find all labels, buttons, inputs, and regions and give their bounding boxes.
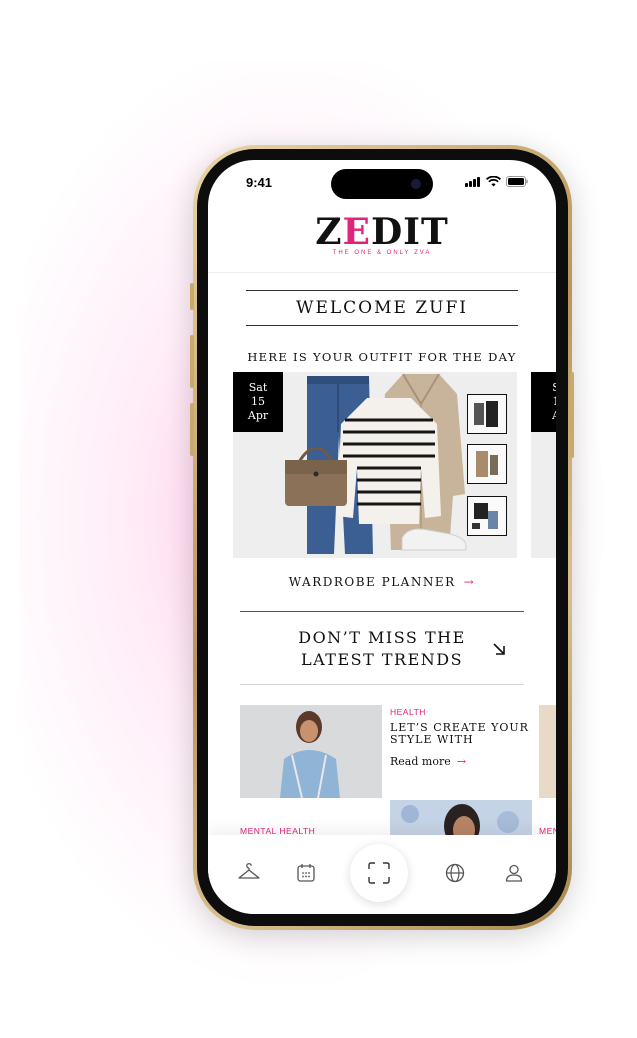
camera-dot bbox=[411, 179, 421, 189]
app-screen: 9:41 ZEDIT THE ONE & ONLY ZVA WELCOME ZU… bbox=[208, 160, 556, 914]
outfit-card[interactable]: Sat 15 Apr bbox=[233, 372, 517, 558]
read-more-link[interactable]: Read more → bbox=[390, 755, 466, 768]
handbag-image bbox=[285, 448, 347, 506]
dynamic-island bbox=[331, 169, 433, 199]
outfit-thumbnail[interactable] bbox=[467, 496, 507, 536]
logo-tagline: THE ONE & ONLY ZVA bbox=[332, 250, 432, 256]
date-badge: S 1 A bbox=[531, 372, 556, 432]
calendar-icon[interactable] bbox=[294, 861, 318, 885]
action-button bbox=[190, 283, 194, 310]
scan-button[interactable] bbox=[350, 844, 408, 902]
status-time: 9:41 bbox=[246, 175, 273, 190]
battery-icon bbox=[506, 176, 528, 187]
brand-logo: ZEDIT THE ONE & ONLY ZVA bbox=[208, 212, 556, 256]
outfit-thumbnail[interactable] bbox=[467, 444, 507, 484]
striped-sweater-image bbox=[337, 398, 441, 524]
welcome-banner: WELCOME ZUFI bbox=[246, 290, 518, 326]
wardrobe-planner-link[interactable]: WARDROBE PLANNER → bbox=[208, 575, 556, 589]
date-badge: Sat 15 Apr bbox=[233, 372, 283, 432]
profile-icon[interactable] bbox=[502, 861, 526, 885]
sneaker-image bbox=[401, 528, 467, 551]
article-image-next[interactable] bbox=[539, 705, 556, 798]
article-image[interactable] bbox=[390, 800, 532, 840]
volume-up-button bbox=[190, 335, 194, 388]
wifi-icon bbox=[486, 176, 501, 187]
trends-title: DON’T MISS THE LATEST TRENDS bbox=[298, 628, 466, 669]
article-category: HEALTH bbox=[390, 707, 426, 717]
arrow-right-icon: → bbox=[463, 575, 476, 589]
logo-wordmark: ZEDIT bbox=[315, 211, 449, 253]
trends-link[interactable]: DON’T MISS THE LATEST TRENDS bbox=[240, 611, 524, 685]
status-icons bbox=[465, 176, 528, 187]
article-image[interactable] bbox=[240, 705, 382, 798]
hanger-icon[interactable] bbox=[237, 861, 261, 885]
status-bar: 9:41 bbox=[208, 160, 556, 208]
volume-down-button bbox=[190, 403, 194, 456]
arrow-down-right-icon bbox=[493, 643, 505, 655]
outfit-thumbnail[interactable] bbox=[467, 394, 507, 434]
outfit-card[interactable]: S 1 A bbox=[531, 372, 556, 558]
arrow-right-icon: → bbox=[456, 755, 466, 768]
outfit-heading: HERE IS YOUR OUTFIT FOR THE DAY bbox=[247, 350, 517, 364]
wardrobe-planner-label: WARDROBE PLANNER bbox=[288, 575, 456, 589]
scan-icon bbox=[368, 862, 390, 884]
bottom-nav bbox=[208, 835, 556, 914]
signal-icon bbox=[465, 177, 481, 187]
power-button bbox=[570, 372, 574, 458]
article-title: LET’S CREATE YOUR STYLE WITH bbox=[390, 721, 529, 746]
globe-icon[interactable] bbox=[443, 861, 467, 885]
header-divider bbox=[208, 272, 556, 273]
